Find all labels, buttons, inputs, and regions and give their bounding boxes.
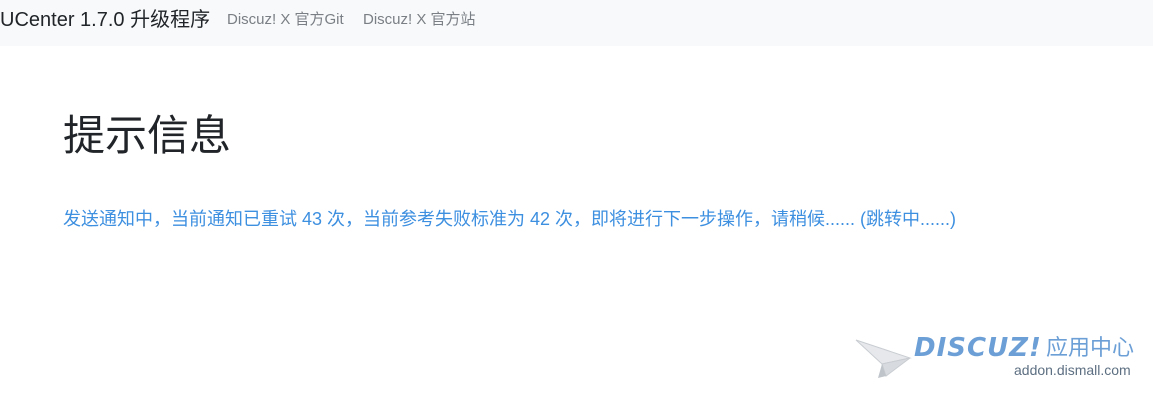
redirect-message-link[interactable]: 发送通知中，当前通知已重试 43 次，当前参考失败标准为 42 次，即将进行下一… — [63, 208, 956, 230]
watermark-url: addon.dismall.com — [1014, 362, 1131, 378]
top-navbar: UCenter 1.7.0 升级程序 Discuz! X 官方Git Discu… — [0, 0, 1153, 46]
watermark-suffix: 应用中心 — [1046, 335, 1135, 360]
nav-link-official-site[interactable]: Discuz! X 官方站 — [363, 11, 476, 29]
page-title: 提示信息 — [63, 112, 232, 159]
nav-link-official-git[interactable]: Discuz! X 官方Git — [227, 11, 344, 29]
watermark-logo-text: DISCUZ! — [914, 333, 1042, 363]
brand-title[interactable]: UCenter 1.7.0 升级程序 — [0, 8, 210, 32]
